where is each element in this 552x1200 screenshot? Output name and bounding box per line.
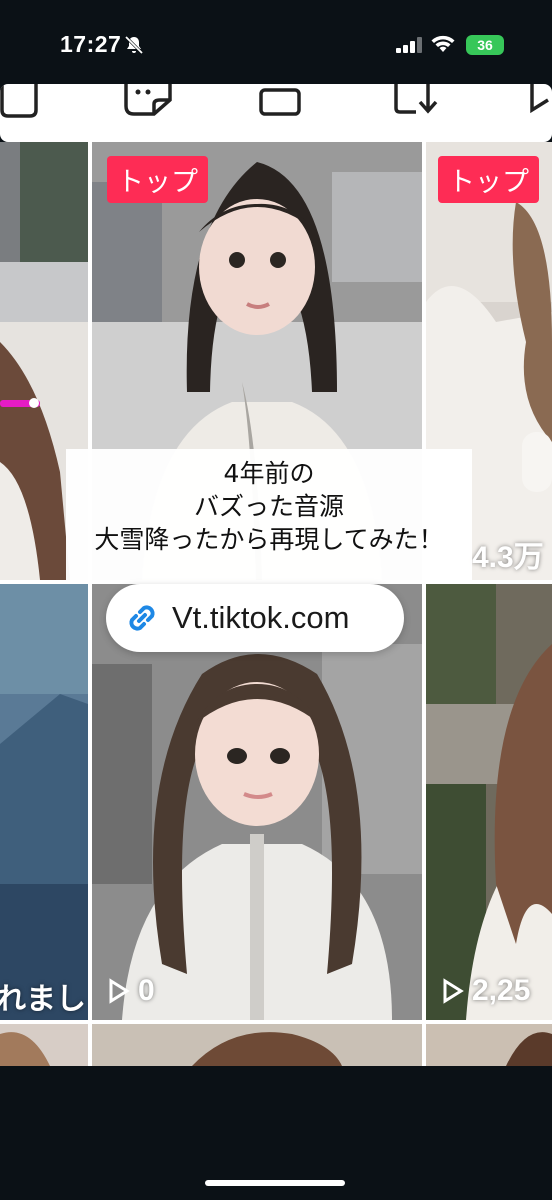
play-icon — [443, 978, 464, 1004]
private-tab-icon[interactable] — [258, 84, 304, 118]
caption-line-3: 大雪降ったから再現してみた！ — [94, 525, 444, 554]
video-thumbnail-image — [0, 1032, 50, 1066]
share-link-pill[interactable]: Vt.tiktok.com — [106, 584, 404, 652]
view-count: 2,25 — [442, 974, 530, 1008]
video-thumbnail-image — [192, 1032, 342, 1066]
view-count-value: 2,25 — [472, 974, 531, 1007]
caption-line-2: バズった音源 — [193, 492, 344, 521]
caption-preview-text: れました — [0, 983, 86, 1016]
bookmark-tab-icon[interactable] — [528, 84, 552, 118]
cellular-signal-icon — [396, 37, 422, 53]
wifi-icon — [431, 35, 455, 52]
caption-preview: れました — [0, 974, 88, 1020]
status-bar: 17:27 36 — [0, 0, 552, 80]
play-icon — [109, 978, 130, 1004]
view-count: 0 — [108, 974, 155, 1008]
profile-tab-bar — [0, 84, 552, 142]
view-count-value: 4.3万 — [472, 541, 544, 574]
bell-muted-icon — [124, 35, 144, 55]
caption-line-1: 4年前の — [223, 459, 315, 488]
video-thumbnail[interactable] — [426, 1024, 552, 1066]
battery-indicator: 36 — [466, 35, 504, 55]
status-time: 17:27 — [60, 31, 122, 57]
video-thumbnail-image — [426, 584, 552, 1020]
home-indicator[interactable] — [205, 1180, 345, 1186]
link-url: Vt.tiktok.com — [172, 600, 350, 635]
view-count-value: 0 — [138, 974, 155, 1007]
video-thumbnail[interactable]: れました — [0, 584, 88, 1020]
top-badge: トップ — [438, 156, 539, 203]
link-icon — [129, 605, 155, 631]
video-thumbnail[interactable] — [92, 1024, 422, 1066]
video-thumbnail-image — [0, 584, 88, 1020]
battery-level: 36 — [477, 37, 493, 53]
top-badge: トップ — [107, 156, 208, 203]
video-thumbnail[interactable] — [0, 1024, 88, 1066]
share-tab-icon[interactable] — [392, 84, 442, 118]
grid-tab-icon[interactable] — [0, 84, 40, 118]
video-caption-overlay: 4年前の バズった音源 大雪降ったから再現してみた！ — [66, 449, 472, 581]
video-thumbnail[interactable]: 2,25 — [426, 584, 552, 1020]
video-thumbnail-image — [506, 1032, 552, 1066]
repost-tab-icon[interactable] — [124, 84, 174, 118]
